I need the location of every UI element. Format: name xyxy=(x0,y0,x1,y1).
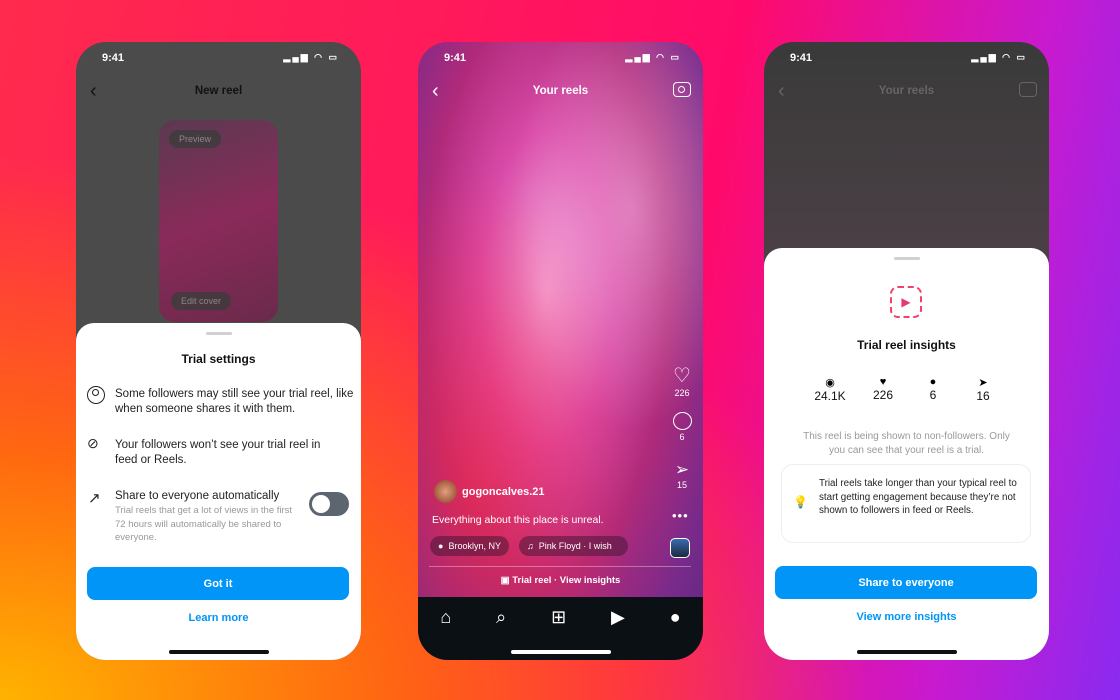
person-circle-icon xyxy=(87,386,105,404)
status-time: 9:41 xyxy=(790,52,813,64)
sheet-handle[interactable] xyxy=(893,257,920,260)
phone-reel-viewer: 9:41 ▂▄▆ ◠ ▭ ‹ Your reels ♡ 226 6 ➢ 15 •••… xyxy=(418,42,703,660)
reel-preview[interactable]: Preview Edit cover xyxy=(159,120,278,322)
comment-icon: ● xyxy=(929,376,937,388)
reels-icon: ▣ xyxy=(500,575,513,586)
divider xyxy=(429,566,691,567)
search-icon[interactable]: ⌕ xyxy=(496,607,506,660)
preview-button[interactable]: Preview xyxy=(169,130,222,148)
sheet-title: Trial settings xyxy=(181,352,256,366)
status-time: 9:41 xyxy=(102,52,125,64)
comment-count: 6 xyxy=(679,432,685,442)
music-text: Pink Floyd · I wish xyxy=(538,541,612,551)
tip-text: Trial reels take longer than your typica… xyxy=(819,478,1017,516)
avatar[interactable] xyxy=(434,480,457,503)
eye-icon: ◉ xyxy=(825,377,835,389)
status-time: 9:41 xyxy=(444,52,467,64)
bottom-nav: ⌂ ⌕ ⊞ ▶ ● xyxy=(418,597,703,660)
trial-reel-text: Trial reel · View insights xyxy=(512,575,621,586)
music-note-icon: ♫ xyxy=(527,541,534,551)
home-indicator xyxy=(168,650,269,654)
send-icon: ➢ xyxy=(674,460,690,479)
share-icon: ➤ xyxy=(978,377,988,389)
location-text: Brooklyn, NY xyxy=(448,541,501,551)
trial-reel-sparkle-icon: ▶ xyxy=(890,286,922,318)
page-title: New reel xyxy=(194,85,243,97)
eye-off-icon: ⊘ xyxy=(87,435,99,451)
caption: Everything about this place is unreal. xyxy=(432,514,604,526)
location-chip[interactable]: ● Brooklyn, NY xyxy=(430,536,509,556)
home-indicator xyxy=(856,650,957,654)
stat-likes: ♥ 226 xyxy=(857,376,909,402)
share-auto-toggle[interactable] xyxy=(309,492,349,516)
location-pin-icon: ● xyxy=(438,541,444,551)
music-chip[interactable]: ♫ Pink Floyd · I wish xyxy=(519,536,628,556)
page-title: Your reels xyxy=(532,85,589,97)
heart-icon: ♥ xyxy=(879,376,887,388)
arrow-up-right-icon: ↗ xyxy=(88,490,101,507)
camera-icon[interactable] xyxy=(1019,82,1037,97)
audio-thumbnail[interactable] xyxy=(670,538,690,558)
stat-value: 226 xyxy=(872,388,894,402)
like-button[interactable]: ♡ 226 xyxy=(670,363,694,398)
profile-icon[interactable]: ● xyxy=(670,607,681,660)
view-more-insights-link[interactable]: View more insights xyxy=(764,611,1049,623)
stat-value: 24.1K xyxy=(814,389,846,403)
share-auto-title: Share to everyone automatically xyxy=(115,490,280,502)
phone-trial-insights: 9:41 ▂▄▆ ◠ ▭ ‹ Your reels ▶ Trial reel i… xyxy=(764,42,1049,660)
lightbulb-icon: 💡 xyxy=(793,495,808,509)
stat-shares: ➤ 16 xyxy=(957,376,1009,403)
status-icons: ▂▄▆ ◠ ▭ xyxy=(625,52,681,62)
stat-views: ◉ 24.1K xyxy=(804,376,856,403)
stat-value: 16 xyxy=(976,389,990,403)
status-bar: 9:41 ▂▄▆ ◠ ▭ xyxy=(764,50,1049,66)
comment-icon xyxy=(672,412,692,430)
share-count: 15 xyxy=(676,480,687,490)
username[interactable]: gogoncalves.21 xyxy=(462,486,545,498)
comment-button[interactable]: 6 xyxy=(670,412,694,442)
info-text-feed: Your followers won’t see your trial reel… xyxy=(115,439,321,466)
camera-icon[interactable] xyxy=(673,82,691,97)
home-indicator xyxy=(510,650,611,654)
page-title: Your reels xyxy=(878,85,935,97)
trial-settings-sheet: Trial settings Some followers may still … xyxy=(76,323,361,660)
trial-note: This reel is being shown to non-follower… xyxy=(803,431,1010,456)
status-bar: 9:41 ▂▄▆ ◠ ▭ xyxy=(76,50,361,66)
got-it-button[interactable]: Got it xyxy=(87,567,349,600)
trial-reel-insights-link[interactable]: ▣ Trial reel · View insights xyxy=(418,575,703,586)
edit-cover-button[interactable]: Edit cover xyxy=(171,292,232,310)
share-button[interactable]: ➢ 15 xyxy=(670,460,694,490)
learn-more-link[interactable]: Learn more xyxy=(76,612,361,624)
sheet-handle[interactable] xyxy=(205,332,232,335)
share-auto-subtitle: Trial reels that get a lot of views in t… xyxy=(115,505,293,543)
phone-trial-settings: 9:41 ▂▄▆ ◠ ▭ ‹ New reel Preview Edit cov… xyxy=(76,42,361,660)
status-icons: ▂▄▆ ◠ ▭ xyxy=(283,52,339,62)
share-to-everyone-button[interactable]: Share to everyone xyxy=(775,566,1037,599)
tip-card: 💡 Trial reels take longer than your typi… xyxy=(781,464,1031,543)
heart-icon: ♡ xyxy=(673,365,691,387)
insights-sheet: ▶ Trial reel insights ◉ 24.1K ♥ 226 ● 6 ➤ 16… xyxy=(764,248,1049,660)
more-icon[interactable]: ••• xyxy=(672,508,689,523)
like-count: 226 xyxy=(674,388,690,398)
stat-comments: ● 6 xyxy=(907,376,959,402)
home-icon[interactable]: ⌂ xyxy=(440,607,451,660)
status-bar: 9:41 ▂▄▆ ◠ ▭ xyxy=(418,50,703,66)
stat-value: 6 xyxy=(929,388,937,402)
reels-tab-icon[interactable]: ▶ xyxy=(611,607,625,660)
status-icons: ▂▄▆ ◠ ▭ xyxy=(971,52,1027,62)
info-text-visibility: Some followers may still see your trial … xyxy=(115,388,354,415)
sheet-title: Trial reel insights xyxy=(857,338,956,352)
